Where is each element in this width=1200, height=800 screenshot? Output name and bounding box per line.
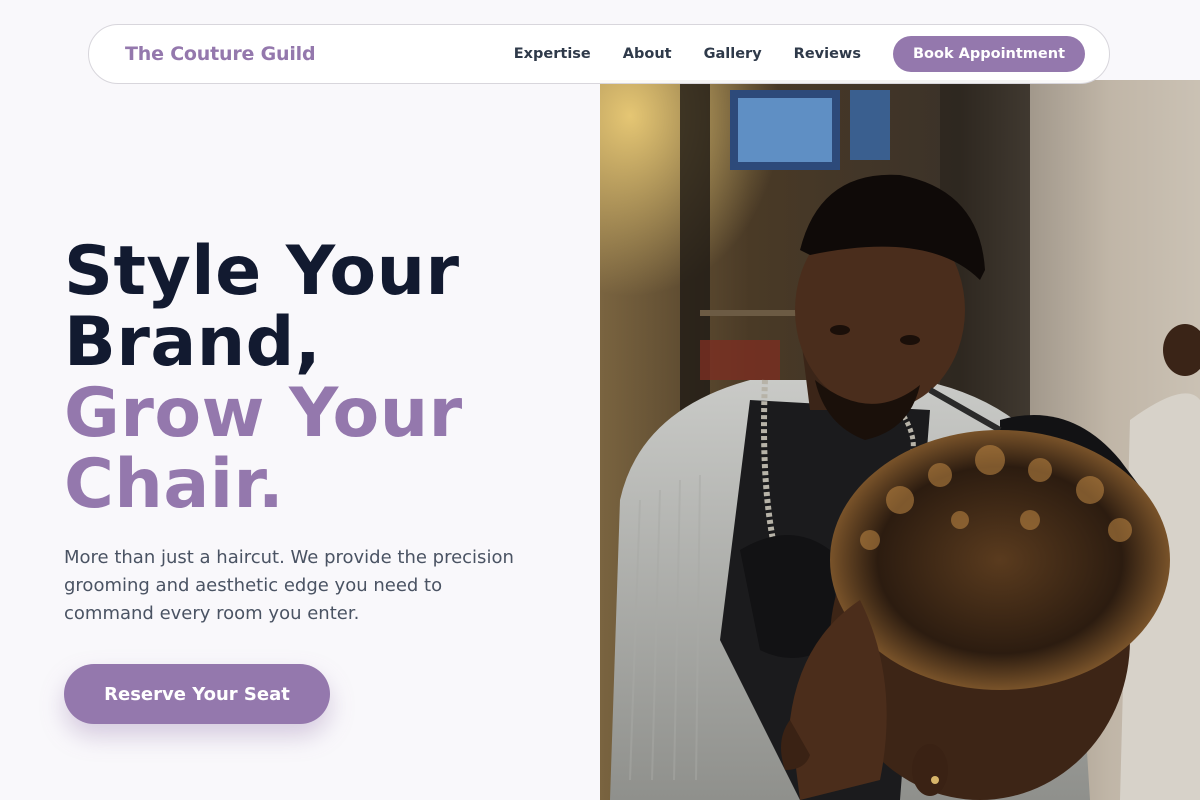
hero-headline: Style Your Brand, Grow Your Chair. bbox=[64, 236, 584, 520]
headline-line-2: Brand, bbox=[64, 303, 322, 382]
nav-link-reviews[interactable]: Reviews bbox=[794, 46, 861, 62]
headline-line-1: Style Your bbox=[64, 232, 460, 311]
hero-image bbox=[600, 80, 1200, 800]
book-appointment-button[interactable]: Book Appointment bbox=[892, 36, 1085, 72]
headline-accent-line-1: Grow Your bbox=[64, 374, 463, 453]
brand-logo[interactable]: The Couture Guild bbox=[125, 43, 316, 65]
landing-page: The Couture Guild Expertise About Galler… bbox=[0, 0, 1200, 800]
nav-link-gallery[interactable]: Gallery bbox=[704, 46, 762, 62]
nav-link-expertise[interactable]: Expertise bbox=[514, 46, 591, 62]
reserve-seat-button[interactable]: Reserve Your Seat bbox=[64, 664, 330, 724]
nav-link-about[interactable]: About bbox=[623, 46, 672, 62]
hero-subtext: More than just a haircut. We provide the… bbox=[64, 547, 514, 624]
nav-links: Expertise About Gallery Reviews Book App… bbox=[514, 36, 1085, 72]
headline-accent-line-2: Chair. bbox=[64, 445, 285, 524]
hero-content: Style Your Brand, Grow Your Chair. More … bbox=[64, 236, 584, 628]
top-navbar: The Couture Guild Expertise About Galler… bbox=[88, 24, 1110, 84]
